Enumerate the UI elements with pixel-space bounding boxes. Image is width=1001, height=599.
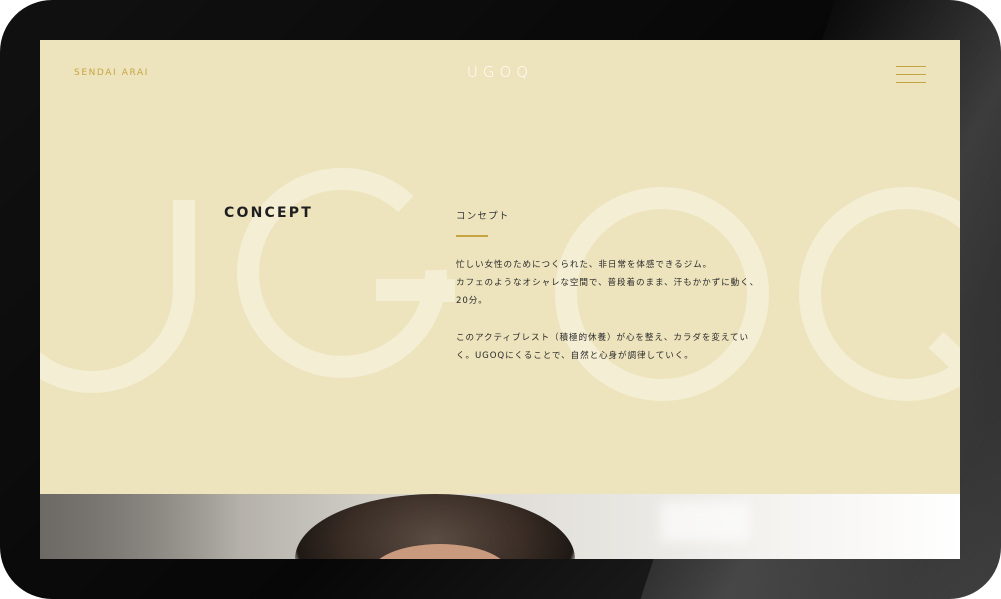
screen: SENDAI ARAI UGOQ CONCEPT コンセプト 忙しい女性のために…: [40, 40, 960, 559]
concept-line: 忙しい女性のためにつくられた、非日常を体感できるジム。: [456, 260, 713, 270]
concept-heading: CONCEPT: [224, 205, 313, 221]
concept-paragraph: 忙しい女性のためにつくられた、非日常を体感できるジム。 カフェのようなオシャレな…: [456, 256, 796, 311]
hamburger-menu-icon[interactable]: [896, 64, 926, 86]
hero-photo: [40, 494, 960, 559]
menu-line: [896, 82, 926, 83]
tablet-device-frame: SENDAI ARAI UGOQ CONCEPT コンセプト 忙しい女性のために…: [0, 0, 1001, 599]
watermark-letter-q-tail: [928, 331, 960, 378]
concept-subheading: コンセプト: [456, 211, 510, 222]
watermark-letter-u: [40, 200, 195, 393]
menu-line: [896, 66, 926, 67]
concept-line: このアクティブレスト（積極的休養）が心を整え、カラダを変えてい: [456, 332, 749, 343]
concept-line: カフェのようなオシャレな空間で、普段着のまま、汗もかかずに動く、: [456, 278, 760, 289]
menu-line: [896, 74, 926, 75]
concept-line: 20分。: [456, 296, 488, 307]
concept-body: 忙しい女性のためにつくられた、非日常を体感できるジム。 カフェのようなオシャレな…: [456, 256, 796, 383]
accent-divider: [456, 235, 488, 237]
site-logo[interactable]: UGOQ: [40, 63, 960, 81]
photo-shadow: [40, 494, 240, 559]
concept-paragraph: このアクティブレスト（積極的休養）が心を整え、カラダを変えてい く。UGOQにく…: [456, 329, 796, 365]
watermark-letter-q: [799, 187, 960, 401]
concept-line: く。UGOQにくることで、自然と心身が調律していく。: [456, 350, 694, 361]
photo-background-window: [660, 502, 750, 542]
